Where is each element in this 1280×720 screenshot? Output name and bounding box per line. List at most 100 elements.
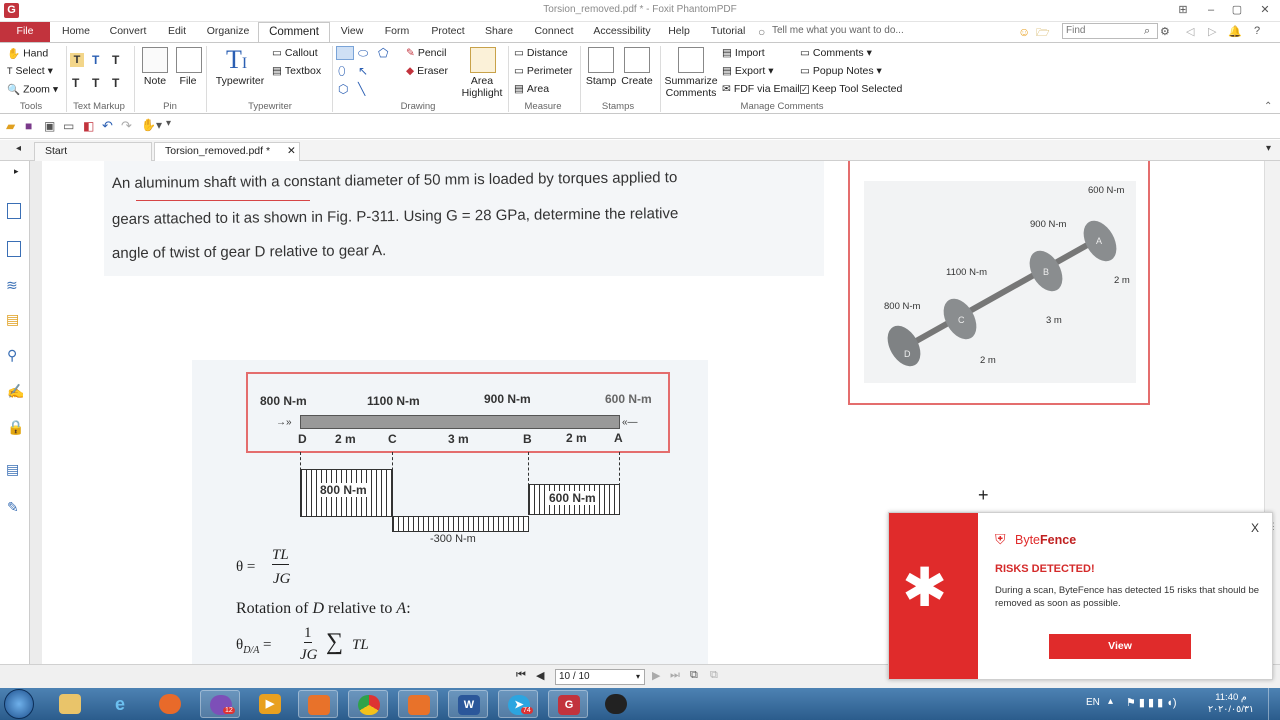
gear-icon[interactable]: ⚙ <box>1160 25 1170 38</box>
popup-close-button[interactable]: X <box>1251 521 1259 535</box>
back-icon[interactable]: ◁ <box>1186 25 1194 38</box>
show-hidden-icons[interactable]: ▴ <box>1108 696 1113 707</box>
customize-qat-icon[interactable]: ▾ <box>166 118 171 129</box>
create-stamp-icon[interactable] <box>624 47 650 73</box>
taskbar-app-orange[interactable] <box>298 690 338 718</box>
edit-tools-icon[interactable]: ✎ <box>7 499 19 516</box>
eraser-button[interactable]: ◆ Eraser <box>406 65 448 77</box>
area-highlight-button[interactable]: Area Highlight <box>458 75 506 99</box>
tab-file[interactable]: File <box>0 22 50 42</box>
zoom-tool[interactable]: 🔍 Zoom ▾ <box>7 83 58 96</box>
close-button[interactable]: ✕ <box>1256 2 1274 18</box>
smiley-icon[interactable]: ☺ <box>1018 25 1030 39</box>
bookmarks-icon[interactable] <box>7 203 21 219</box>
last-page-icon[interactable]: ⏭ <box>670 669 680 682</box>
note-icon[interactable] <box>142 47 168 73</box>
taskbar-foxit[interactable]: G <box>548 690 588 718</box>
collapse-ribbon-icon[interactable]: ⌃ <box>1264 101 1272 112</box>
first-page-icon[interactable]: ⏮ <box>516 669 526 682</box>
keep-tool-checkbox[interactable]: ✓ Keep Tool Selected <box>800 83 902 95</box>
create-pdf-icon[interactable]: ◧ <box>83 119 94 133</box>
expand-panel-icon[interactable]: ▸ <box>14 166 19 177</box>
taskbar-telegram[interactable]: ➤ 74 <box>498 690 538 718</box>
taskbar-firefox[interactable] <box>150 690 190 718</box>
comments-panel-icon[interactable]: ▤ <box>6 311 19 328</box>
taskbar-obs[interactable] <box>596 690 636 718</box>
popup-notes-dropdown[interactable]: ▭ Popup Notes ▾ <box>800 65 882 77</box>
strikeout-icon[interactable]: T <box>72 76 79 90</box>
tab-start[interactable]: Start <box>34 142 152 161</box>
taskbar-app-orange-2[interactable] <box>398 690 438 718</box>
highlight-text-icon[interactable]: T <box>70 53 84 67</box>
panel-splitter[interactable] <box>30 161 42 664</box>
stamp-button[interactable]: Stamp <box>584 75 618 87</box>
ribbon-display-icon[interactable]: ⊞ <box>1174 2 1192 18</box>
rectangle-icon[interactable] <box>336 46 354 60</box>
save-icon[interactable]: ■ <box>25 119 32 133</box>
security-lock-icon[interactable]: 🔒 <box>7 419 24 436</box>
view-button[interactable]: View <box>1049 634 1191 659</box>
tab-protect[interactable]: Protect <box>424 22 472 42</box>
tab-edit[interactable]: Edit <box>162 22 192 42</box>
paste-page-icon[interactable]: ⧉ <box>710 669 718 682</box>
ellipse-icon[interactable]: ⬯ <box>338 64 346 79</box>
tab-share[interactable]: Share <box>482 22 516 42</box>
note-button[interactable]: Note <box>138 75 172 87</box>
taskbar-explorer[interactable] <box>50 690 90 718</box>
arrow-icon[interactable]: ↖ <box>358 64 368 78</box>
hand-qat-icon[interactable]: ✋▾ <box>141 118 162 132</box>
fdf-email-button[interactable]: ✉ FDF via Email <box>722 83 800 95</box>
hand-tool[interactable]: ✋ Hand <box>7 47 48 60</box>
taskbar-media-player[interactable]: ▶ <box>250 690 290 718</box>
pages-icon[interactable] <box>7 241 21 257</box>
fields-icon[interactable]: ▤ <box>6 461 19 478</box>
maximize-button[interactable]: ▢ <box>1228 2 1246 18</box>
create-button[interactable]: Create <box>620 75 654 87</box>
tab-convert[interactable]: Convert <box>104 22 152 42</box>
taskbar-ie[interactable]: e <box>100 690 140 718</box>
tray-icons[interactable]: ⚑ ▮ ▮ ▮ ◖) <box>1126 696 1177 709</box>
start-button[interactable] <box>4 689 34 719</box>
perimeter-button[interactable]: ▭ Perimeter <box>514 65 572 77</box>
tab-document[interactable]: Torsion_removed.pdf * ✕ <box>154 142 300 162</box>
summarize-comments-button[interactable]: Summarize Comments <box>664 75 718 99</box>
undo-icon[interactable]: ↶ <box>102 118 113 134</box>
taskbar-viber[interactable]: 12 <box>200 690 240 718</box>
tab-view[interactable]: View <box>336 22 368 42</box>
underline-icon[interactable]: T <box>112 53 119 67</box>
cloud-icon[interactable]: ⬡ <box>338 82 348 96</box>
attachments-icon[interactable]: ⚲ <box>7 347 17 364</box>
distance-button[interactable]: ▭ Distance <box>514 47 568 59</box>
comments-dropdown[interactable]: ▭ Comments ▾ <box>800 47 872 59</box>
tab-tutorial[interactable]: Tutorial <box>706 22 750 42</box>
tab-home[interactable]: Home <box>56 22 96 42</box>
help-icon[interactable]: ? <box>1254 25 1260 37</box>
page-number-input[interactable]: 10 / 10 ▾ <box>555 669 645 685</box>
print-icon[interactable]: ▣ <box>44 119 55 133</box>
insert-text-icon[interactable]: T <box>112 76 119 90</box>
tab-scroll-left-icon[interactable]: ◂ <box>16 143 21 154</box>
tab-help[interactable]: Help <box>664 22 694 42</box>
next-page-icon[interactable]: ▶ <box>652 669 660 682</box>
close-tab-icon[interactable]: ✕ <box>287 143 296 160</box>
taskbar-word[interactable]: W <box>448 690 488 718</box>
scan-icon[interactable]: ▭ <box>63 119 74 133</box>
language-indicator[interactable]: EN <box>1086 697 1100 708</box>
tab-organize[interactable]: Organize <box>202 22 254 42</box>
tab-accessibility[interactable]: Accessibility <box>590 22 654 42</box>
tab-form[interactable]: Form <box>380 22 414 42</box>
area-button[interactable]: ▤ Area <box>514 83 549 95</box>
area-highlight-icon[interactable] <box>470 47 496 73</box>
import-button[interactable]: ▤ Import <box>722 47 765 59</box>
tab-list-icon[interactable]: ▾ <box>1266 143 1271 154</box>
select-tool[interactable]: T Select ▾ <box>7 65 53 77</box>
summarize-icon[interactable] <box>678 47 704 73</box>
textbox-button[interactable]: ▤ Textbox <box>272 65 321 77</box>
forward-icon[interactable]: ▷ <box>1208 25 1216 38</box>
export-button[interactable]: ▤ Export ▾ <box>722 65 773 77</box>
replace-text-icon[interactable]: T <box>92 76 99 90</box>
page-dropdown-icon[interactable]: ▾ <box>636 670 640 684</box>
typewriter-icon[interactable]: TI <box>226 45 247 75</box>
bell-icon[interactable]: 🔔 <box>1228 25 1242 38</box>
red-underline-annotation[interactable] <box>136 200 310 201</box>
